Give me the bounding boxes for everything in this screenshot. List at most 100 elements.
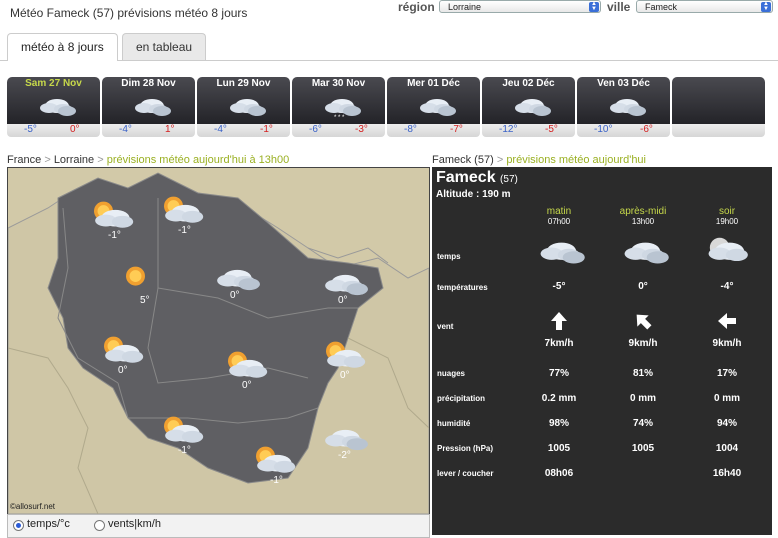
- cell-vent: 7km/h: [544, 338, 574, 349]
- cloud-icon: [616, 230, 670, 273]
- cloud-icon: [532, 230, 586, 273]
- select-arrows-icon: ▲ ▼: [761, 1, 771, 12]
- ville-label: ville: [607, 0, 631, 14]
- cell-precipitation: 0 mm: [629, 393, 657, 404]
- city-name: Fameck: [436, 169, 496, 186]
- cell-precipitation: 0.2 mm: [541, 393, 577, 404]
- forecast-day-label: Lun 29 Nov: [216, 78, 271, 89]
- breadcrumb-sep: >: [496, 154, 504, 166]
- map-temp: -2°: [338, 450, 351, 461]
- map-temp: 0°: [338, 295, 348, 306]
- map-credit: ©allosurf.net: [10, 502, 56, 511]
- temp-max: 1°: [165, 124, 175, 135]
- city-dept: (57): [500, 174, 518, 185]
- forecast-day-temps: -6° -3°: [292, 124, 385, 137]
- select-arrows-icon: ▲ ▼: [589, 1, 599, 12]
- partly-cloudy-icon: [33, 89, 77, 124]
- map-breadcrumb: France > Lorraine > prévisions météo auj…: [7, 154, 289, 166]
- altitude: Altitude : 190 m: [436, 189, 511, 200]
- forecast-day-label: Mar 30 Nov: [311, 78, 366, 89]
- partly-cloudy-icon: [508, 89, 552, 124]
- forecast-day-temps: -8° -7°: [387, 124, 480, 137]
- ville-select[interactable]: Fameck ▲ ▼: [636, 0, 773, 13]
- forecast-day-temps: -4° -1°: [197, 124, 290, 137]
- col-apres-midi-time: 13h00: [631, 217, 655, 226]
- forecast-day-label: Mer 01 Déc: [407, 78, 460, 89]
- radio-temps[interactable]: [13, 520, 24, 531]
- row-nuages-label: nuages: [437, 369, 466, 378]
- map-temp: 0°: [118, 365, 128, 376]
- region-select[interactable]: Lorraine ▲ ▼: [439, 0, 601, 13]
- map-temp: 0°: [242, 380, 252, 391]
- forecast-day-temps: -12° -5°: [482, 124, 575, 137]
- col-matin-time: 07h00: [547, 217, 571, 226]
- forecast-day[interactable]: Ven 03 Déc -10° -6°: [577, 77, 670, 137]
- forecast-day-temps: -4° 1°: [102, 124, 195, 137]
- cell-nuages: 77%: [548, 368, 569, 379]
- cell-humidite: 98%: [548, 418, 569, 429]
- col-matin: matin: [546, 206, 572, 217]
- radio-temps-label: temps/°c: [27, 518, 70, 530]
- forecast-day-label: Dim 28 Nov: [121, 78, 176, 89]
- radio-vents-label: vents|km/h: [108, 518, 161, 530]
- snow-cloud-icon: * * *: [318, 89, 362, 124]
- temp-max: -7°: [450, 124, 463, 135]
- partly-cloudy-icon: [128, 89, 172, 124]
- temp-min: -8°: [404, 124, 417, 135]
- map-mode-radios: temps/°c vents|km/h: [7, 514, 430, 538]
- forecast-day-label: Sam 27 Nov: [25, 78, 82, 89]
- temp-min: -5°: [24, 124, 37, 135]
- cell-humidite: 94%: [716, 418, 737, 429]
- cell-humidite: 74%: [632, 418, 653, 429]
- row-temps-label: temps: [437, 252, 461, 261]
- cell-precipitation: 0 mm: [713, 393, 741, 404]
- wind-arrow-icon: [549, 311, 569, 331]
- row-pression-label: Pression (hPa): [437, 444, 494, 453]
- cell-vent: 9km/h: [712, 338, 742, 349]
- page-title: Météo Fameck (57) prévisions météo 8 jou…: [10, 6, 248, 20]
- col-soir: soir: [718, 206, 736, 217]
- forecast-day[interactable]: Sam 27 Nov -5° 0°: [7, 77, 100, 137]
- city-title: Fameck (57): [436, 169, 518, 187]
- temp-max: 0°: [70, 124, 80, 135]
- col-soir-time: 19h00: [715, 217, 739, 226]
- forecast-day-temps: -10° -6°: [577, 124, 670, 137]
- row-lever-label: lever / coucher: [437, 469, 494, 478]
- region-map[interactable]: -1° -1° 5° 0° 0° 0° 0° 0° -1° -1° -2°: [7, 167, 430, 515]
- forecast-day-empty: [672, 77, 765, 137]
- radio-vents[interactable]: [94, 520, 105, 531]
- cell-nuages: 81%: [632, 368, 653, 379]
- breadcrumb-sep: >: [97, 154, 104, 166]
- breadcrumb-sep: >: [44, 154, 51, 166]
- wind-arrow-icon: [717, 311, 737, 331]
- forecast-day[interactable]: Lun 29 Nov -4° -1°: [197, 77, 290, 137]
- temp-max: -5°: [545, 124, 558, 135]
- map-temp: -1°: [178, 225, 191, 236]
- forecast-day[interactable]: Jeu 02 Déc -12° -5°: [482, 77, 575, 137]
- cell-pression: 1005: [631, 443, 655, 454]
- forecast-day-label: Ven 03 Déc: [597, 78, 650, 89]
- row-temperatures-label: températures: [437, 283, 488, 292]
- cell-nuages: 17%: [716, 368, 737, 379]
- breadcrumb-desc: prévisions météo aujourd'hui: [506, 154, 646, 166]
- forecast-day[interactable]: Mar 30 Nov * * * -6° -3°: [292, 77, 385, 137]
- forecast-day[interactable]: Dim 28 Nov -4° 1°: [102, 77, 195, 137]
- col-apres-midi: après-midi: [619, 206, 667, 217]
- temp-max: -1°: [260, 124, 273, 135]
- map-temp: -1°: [108, 230, 121, 241]
- map-temp: -1°: [178, 445, 191, 456]
- temp-max: -6°: [640, 124, 653, 135]
- temp-min: -12°: [499, 124, 518, 135]
- tab-en-tableau[interactable]: en tableau: [122, 33, 207, 60]
- row-humidite-label: humidité: [437, 419, 471, 428]
- tab-meteo-8-jours[interactable]: météo à 8 jours: [7, 33, 118, 61]
- row-vent-label: vent: [437, 322, 454, 331]
- breadcrumb-lorraine[interactable]: Lorraine: [54, 154, 94, 166]
- cell-temperatures: 0°: [638, 281, 648, 292]
- breadcrumb-france[interactable]: France: [7, 154, 41, 166]
- cell-lever: 08h06: [544, 468, 574, 479]
- breadcrumb-desc: prévisions météo aujourd'hui à 13h00: [106, 154, 290, 166]
- cell-pression: 1004: [715, 443, 739, 454]
- breadcrumb-city[interactable]: Fameck (57): [432, 154, 494, 166]
- forecast-day[interactable]: Mer 01 Déc -8° -7°: [387, 77, 480, 137]
